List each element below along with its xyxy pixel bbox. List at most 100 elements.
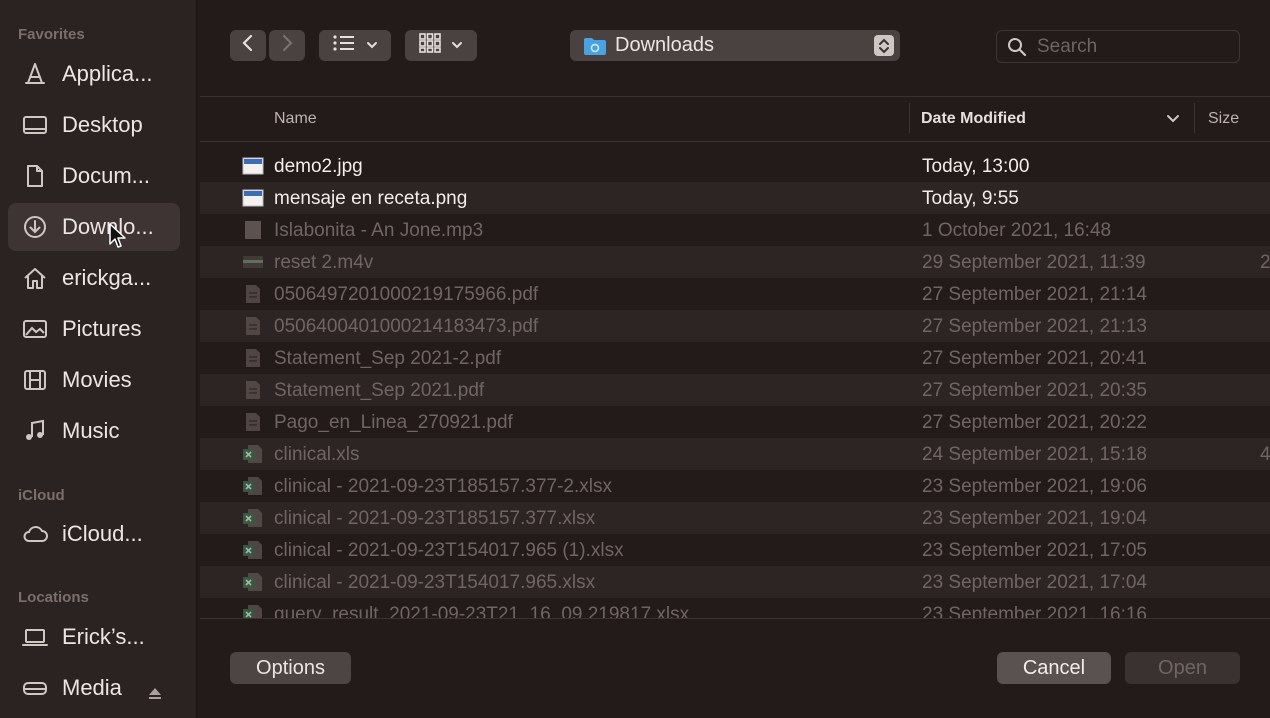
- sidebar-section-locations: Locations: [18, 589, 89, 606]
- options-button[interactable]: Options: [230, 652, 351, 684]
- file-size: 4: [1260, 444, 1270, 465]
- desktop-icon: [20, 110, 50, 140]
- file-row[interactable]: clinical.xls 24 September 2021, 15:18 4: [200, 438, 1270, 470]
- file-row[interactable]: Statement_Sep 2021-2.pdf 27 September 202…: [200, 342, 1270, 374]
- document-icon: [20, 161, 50, 191]
- file-name: Pago_en_Linea_270921.pdf: [274, 412, 513, 433]
- video-file-icon: [242, 252, 264, 272]
- sidebar-item-label: Music: [62, 418, 120, 443]
- laptop-icon: [20, 622, 50, 652]
- column-divider[interactable]: [1194, 103, 1195, 133]
- file-row[interactable]: clinical - 2021-09-23T154017.965.xlsx 23 …: [200, 566, 1270, 598]
- excel-file-icon: [242, 604, 264, 618]
- chevron-left-icon: [241, 34, 255, 57]
- file-row[interactable]: clinical - 2021-09-23T154017.965 (1).xls…: [200, 534, 1270, 566]
- folder-icon: [583, 36, 607, 56]
- up-down-arrows-icon: [874, 35, 894, 56]
- file-row[interactable]: Pago_en_Linea_270921.pdf 27 September 202…: [200, 406, 1270, 438]
- file-date: 29 September 2021, 11:39: [922, 252, 1146, 273]
- file-row[interactable]: clinical - 2021-09-23T185157.377-2.xlsx 2…: [200, 470, 1270, 502]
- file-date: 24 September 2021, 15:18: [922, 444, 1148, 465]
- image-file-icon: [242, 156, 264, 176]
- file-row[interactable]: reset 2.m4v 29 September 2021, 11:39 2: [200, 246, 1270, 278]
- sidebar-item-media-drive[interactable]: Media: [8, 664, 180, 712]
- excel-file-icon: [242, 476, 264, 496]
- sidebar-item-icloud-drive[interactable]: iCloud...: [8, 510, 180, 558]
- eject-icon[interactable]: [148, 680, 162, 706]
- image-file-icon: [242, 188, 264, 208]
- sidebar-item-label: Movies: [62, 367, 132, 392]
- file-name: clinical - 2021-09-23T154017.965.xlsx: [274, 572, 596, 593]
- sidebar-item-label: Media: [62, 675, 122, 700]
- sidebar-item-home[interactable]: erickga...: [8, 254, 180, 302]
- sidebar-item-macbook[interactable]: Erick’s...: [8, 613, 180, 661]
- sidebar-item-label: Erick’s...: [62, 624, 145, 649]
- location-label: Downloads: [615, 34, 714, 56]
- excel-file-icon: [242, 572, 264, 592]
- file-name: clinical.xls: [274, 444, 360, 465]
- file-row[interactable]: 050640040100021418347​3.pdf 27 September …: [200, 310, 1270, 342]
- chevron-right-icon: [280, 34, 294, 57]
- file-name: Statement_Sep 2021-2.pdf: [274, 348, 502, 369]
- file-name: demo2.jpg: [274, 156, 363, 177]
- file-date: 1 October 2021, 16:48: [922, 220, 1112, 241]
- sidebar-item-label: Docum...: [62, 163, 151, 188]
- column-name[interactable]: Name: [274, 110, 317, 128]
- file-date: 27 September 2021, 21:13: [922, 316, 1148, 337]
- file-date: Today, 9:55: [922, 188, 1019, 209]
- group-by-button[interactable]: [405, 30, 477, 61]
- sidebar-item-music[interactable]: Music: [8, 407, 180, 455]
- open-file-dialog: Favorites Applica... Desktop Docum... Do…: [0, 0, 1270, 718]
- excel-file-icon: [242, 508, 264, 528]
- location-popup[interactable]: Downloads: [570, 30, 900, 61]
- sidebar-item-applications[interactable]: Applica...: [8, 50, 180, 98]
- sidebar-item-pictures[interactable]: Pictures: [8, 305, 180, 353]
- sort-chevron-icon: [1166, 111, 1180, 129]
- file-name: 050649720100021917596​6.pdf: [274, 284, 539, 305]
- sidebar-item-movies[interactable]: Movies: [8, 356, 180, 404]
- forward-button[interactable]: [269, 30, 305, 61]
- search-placeholder: Search: [1037, 35, 1098, 57]
- column-size[interactable]: Size: [1208, 110, 1239, 128]
- sidebar-item-desktop[interactable]: Desktop: [8, 101, 180, 149]
- cancel-button[interactable]: Cancel: [997, 652, 1111, 684]
- file-row[interactable]: demo2.jpg Today, 13:00: [200, 150, 1270, 182]
- file-row[interactable]: mensaje en receta.png Today, 9:55: [200, 182, 1270, 214]
- file-list[interactable]: Name Date Modified Size demo2.jpg Today, …: [200, 96, 1270, 618]
- back-button[interactable]: [230, 30, 266, 61]
- applications-icon: [20, 59, 50, 89]
- file-row[interactable]: Statement_Sep 2021.pdf 27 September 2021,…: [200, 374, 1270, 406]
- sidebar: Favorites Applica... Desktop Docum... Do…: [0, 0, 197, 718]
- home-icon: [20, 263, 50, 293]
- pdf-file-icon: [242, 316, 264, 336]
- sidebar-item-documents[interactable]: Docum...: [8, 152, 180, 200]
- file-row[interactable]: 050649720100021917596​6.pdf 27 September …: [200, 278, 1270, 310]
- file-date: 23 September 2021, 19:04: [922, 508, 1148, 529]
- file-row[interactable]: Islabonita - An Jone.mp3 1 October 2021, …: [200, 214, 1270, 246]
- open-button[interactable]: Open: [1125, 652, 1240, 684]
- view-mode-button[interactable]: [319, 30, 391, 61]
- file-date: 23 September 2021, 17:05: [922, 540, 1148, 561]
- file-name: clinical - 2021-09-23T185157.377-2.xlsx: [274, 476, 612, 497]
- column-divider[interactable]: [909, 103, 910, 133]
- file-name: 050640040100021418347​3.pdf: [274, 316, 539, 337]
- file-row[interactable]: clinical - 2021-09-23T185157.377.xlsx 23 …: [200, 502, 1270, 534]
- file-name: clinical - 2021-09-23T185157.377.xlsx: [274, 508, 596, 529]
- file-date: 27 September 2021, 20:41: [922, 348, 1148, 369]
- column-date-modified[interactable]: Date Modified: [921, 110, 1026, 128]
- excel-file-icon: [242, 444, 264, 464]
- search-icon: [1007, 37, 1027, 57]
- chevron-down-icon: [366, 37, 378, 55]
- file-row[interactable]: query_result_2021-09-23T21_16_09.219817.…: [200, 598, 1270, 618]
- sidebar-item-label: Pictures: [62, 316, 142, 341]
- sidebar-item-label: iCloud...: [62, 521, 143, 546]
- file-size: 2: [1260, 252, 1270, 273]
- divider: [200, 618, 1270, 619]
- file-date: 27 September 2021, 21:14: [922, 284, 1148, 305]
- cloud-icon: [20, 519, 50, 549]
- search-field[interactable]: Search: [996, 30, 1240, 63]
- list-view-icon: [332, 34, 356, 57]
- sidebar-item-label: Desktop: [62, 112, 143, 137]
- file-date: 23 September 2021, 17:04: [922, 572, 1148, 593]
- sidebar-item-downloads[interactable]: Downlo...: [8, 203, 180, 251]
